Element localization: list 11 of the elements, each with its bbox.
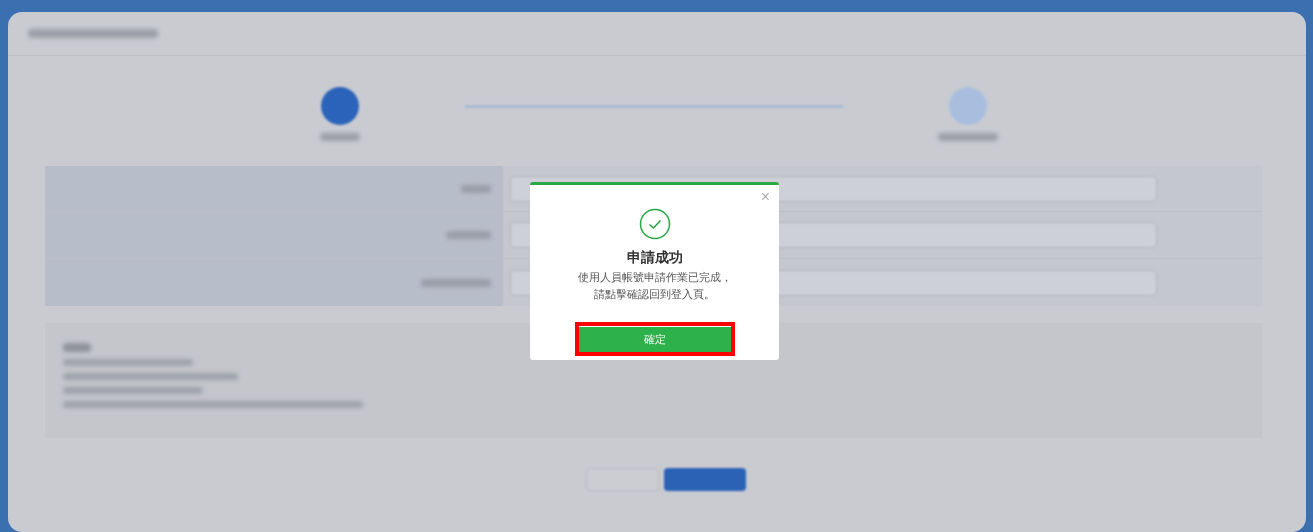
blurred-text [63, 343, 91, 352]
blurred-text [938, 133, 998, 141]
blurred-text [421, 278, 491, 287]
dialog-message: 使用人員帳號申請作業已完成， 請點擊確認回到登入頁。 [577, 270, 732, 302]
confirm-button[interactable]: 確定 [578, 326, 731, 352]
close-button[interactable]: × [760, 189, 770, 205]
dialog-title: 申請成功 [626, 248, 683, 266]
blurred-text [446, 231, 491, 239]
blurred-text [461, 184, 491, 193]
success-check-icon [638, 208, 671, 240]
blurred-text [320, 133, 360, 141]
